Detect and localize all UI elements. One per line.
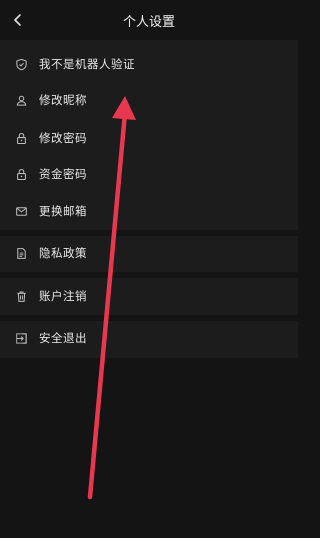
trash-icon [14,289,28,303]
top-bar: 个人设置 [0,0,298,40]
section-divider [0,272,298,278]
menu-label: 资金密码 [39,167,87,181]
menu-item-nickname[interactable]: 修改昵称 [0,86,298,114]
mail-icon [14,204,28,218]
menu-item-password[interactable]: 修改密码 [0,124,298,152]
menu-label: 更换邮箱 [39,204,87,218]
shield-check-icon [14,57,28,71]
menu-item-robot-verify[interactable]: 我不是机器人验证 [0,50,298,78]
menu-label: 修改密码 [39,131,87,145]
menu-label: 隐私政策 [39,246,87,260]
settings-panel: 我不是机器人验证 修改昵称 修改密码 资金密码 更换邮箱 隐私政策 账户注销 安… [0,40,298,358]
menu-label: 账户注销 [39,289,87,303]
logout-icon [14,331,28,345]
lock-icon [14,167,28,181]
menu-item-cancel-account[interactable]: 账户注销 [0,282,298,310]
menu-item-email[interactable]: 更换邮箱 [0,197,298,225]
lock-icon [14,131,28,145]
menu-item-privacy[interactable]: 隐私政策 [0,239,298,267]
menu-label: 我不是机器人验证 [39,57,135,71]
menu-label: 安全退出 [39,331,87,345]
menu-item-fund-password[interactable]: 资金密码 [0,160,298,188]
page-title: 个人设置 [122,15,175,30]
document-icon [14,246,28,260]
section-divider [0,230,298,236]
menu-item-logout[interactable]: 安全退出 [0,324,298,352]
menu-label: 修改昵称 [39,93,87,107]
section-divider [0,315,298,321]
user-icon [14,93,28,107]
